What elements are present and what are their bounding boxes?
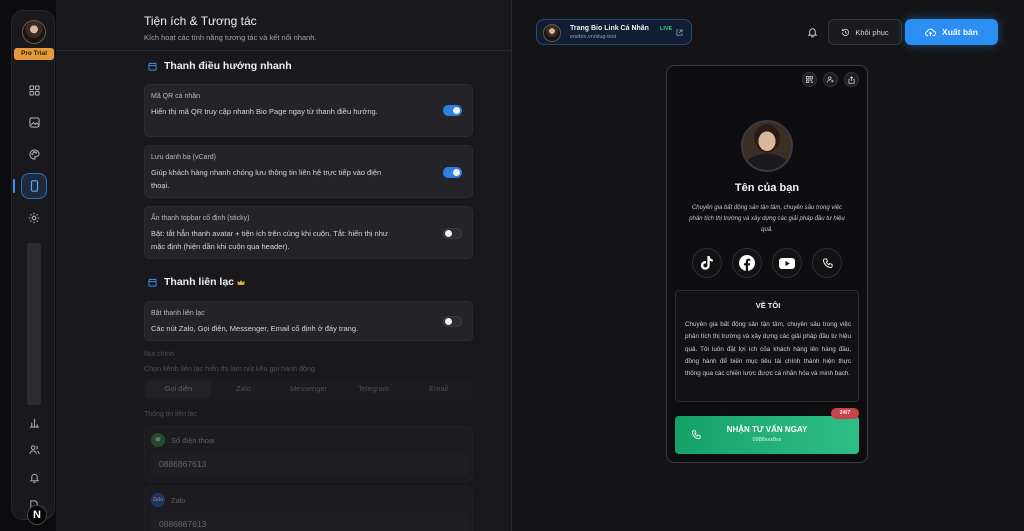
setting-label: Ẩn thanh topbar cố định (sticky) xyxy=(151,215,250,222)
contact-bar-toggle-card: Bật thanh liên lạc Các nút Zalo, Gọi điệ… xyxy=(144,301,473,341)
tiktok-icon[interactable] xyxy=(692,248,722,278)
active-indicator xyxy=(13,179,15,193)
setting-desc: Các nút Zalo, Gọi điện, Messenger, Email… xyxy=(151,324,359,333)
tab-messenger[interactable]: Messenger xyxy=(276,380,341,398)
site-url: enebio.vn/slug-test xyxy=(570,34,617,40)
contact-bar-toggle[interactable] xyxy=(443,316,462,327)
bell-icon[interactable] xyxy=(807,26,818,38)
phone-input[interactable]: 0886867613 xyxy=(151,453,468,475)
publish-button[interactable]: Xuất bản xyxy=(905,19,998,45)
user-avatar[interactable] xyxy=(22,20,46,44)
page-subtitle: Kích hoạt các tính năng tương tác và kết… xyxy=(144,33,317,42)
tab-telegram[interactable]: Telegram xyxy=(341,380,406,398)
live-badge: LIVE xyxy=(660,26,673,32)
section-title: Thanh liên lạc xyxy=(164,276,235,288)
phone-field-card: ☎ Số điện thoại 0886867613 xyxy=(144,426,473,482)
profile-name: Tên của bạn xyxy=(734,182,800,194)
zalo-input[interactable]: 0886867613 xyxy=(151,513,468,531)
section-quick-nav: Thanh điều hướng nhanh xyxy=(148,60,292,72)
section-title: Thanh điều hướng nhanh xyxy=(164,60,292,72)
gear-icon[interactable] xyxy=(21,205,47,231)
setting-label: Lưu danh bạ (vCard) xyxy=(151,154,216,161)
setting-desc: Bật: tắt hẳn thanh avatar + tiện ích trê… xyxy=(151,229,388,251)
bell-icon[interactable] xyxy=(21,464,47,490)
youtube-icon[interactable] xyxy=(772,248,802,278)
tab-zalo[interactable]: Zalo xyxy=(211,380,276,398)
palette-icon[interactable] xyxy=(21,141,47,167)
qr-toggle[interactable] xyxy=(443,105,462,116)
history-icon xyxy=(842,28,850,36)
users-icon[interactable] xyxy=(21,436,47,462)
availability-badge: 24/7 xyxy=(831,408,859,419)
about-title: VỀ TÔI xyxy=(755,301,781,310)
settings-panel: Tiện ích & Tương tác Kích hoạt các tính … xyxy=(56,0,512,531)
panel-header: Tiện ích & Tương tác Kích hoạt các tính … xyxy=(56,0,511,51)
site-avatar xyxy=(543,24,561,42)
setting-label: Mã QR cá nhân xyxy=(151,93,201,100)
tab-email[interactable]: Email xyxy=(406,380,471,398)
phone-preview: Tên của bạn Chuyên gia bất động sản tận … xyxy=(666,65,868,463)
phone-icon: ☎ xyxy=(151,433,165,447)
calendar-icon xyxy=(148,278,157,287)
field-label: Zalo xyxy=(171,495,186,505)
setting-desc: Hiển thị mã QR truy cập nhanh Bio Page n… xyxy=(151,107,378,116)
phone-icon[interactable] xyxy=(812,248,842,278)
profile-bio: Chuyên gia bất động sản tận tâm, chuyên … xyxy=(689,205,845,233)
sticky-toggle[interactable] xyxy=(443,228,462,239)
tab-call[interactable]: Gọi điện xyxy=(146,380,211,398)
section-contact-bar: Thanh liên lạc xyxy=(148,276,245,288)
channel-tabs: Gọi điện Zalo Messenger Telegram Email xyxy=(144,378,473,400)
about-text: Chuyên gia bất động sản tận tâm, chuyên … xyxy=(685,321,851,378)
field-label: Số điện thoại xyxy=(171,435,215,445)
plan-badge: Pro Trial xyxy=(14,48,54,60)
setting-sticky-card: Ẩn thanh topbar cố định (sticky) Bật: tắ… xyxy=(144,206,473,259)
main-button-label: Nút chính xyxy=(144,351,174,358)
calendar-icon xyxy=(148,62,157,71)
add-contact-icon[interactable] xyxy=(823,72,838,87)
site-chip[interactable]: Trang Bio Link Cá Nhân LIVE enebio.vn/sl… xyxy=(536,19,692,45)
cta-title: NHẬN TƯ VẤN NGAY xyxy=(726,425,808,434)
share-icon[interactable] xyxy=(844,72,859,87)
zalo-icon: Zalo xyxy=(151,493,165,507)
setting-qr-card: Mã QR cá nhân Hiển thị mã QR truy cập nh… xyxy=(144,84,473,137)
about-section: VỀ TÔI Chuyên gia bất động sản tận tâm, … xyxy=(675,290,859,402)
image-icon[interactable] xyxy=(21,109,47,135)
restore-label: Khôi phục xyxy=(855,27,889,37)
contact-info-label: Thông tin liên lạc xyxy=(144,411,197,418)
site-name: Trang Bio Link Cá Nhân xyxy=(570,25,649,32)
setting-label: Bật thanh liên lạc xyxy=(151,310,205,317)
app-logo[interactable]: N xyxy=(27,505,47,525)
zalo-field-card: Zalo Zalo 0886867613 xyxy=(144,486,473,531)
page-title: Tiện ích & Tương tác xyxy=(144,14,257,28)
bar-chart-icon[interactable] xyxy=(21,409,47,435)
publish-label: Xuất bản xyxy=(942,27,978,37)
sidebar: Pro Trial N xyxy=(11,10,55,525)
cta-button[interactable]: NHẬN TƯ VẤN NGAY 0988xxx8xx xyxy=(675,416,859,454)
grid-icon[interactable] xyxy=(21,77,47,103)
phone-icon[interactable] xyxy=(21,173,47,199)
restore-button[interactable]: Khôi phục xyxy=(828,19,902,45)
external-link-icon[interactable] xyxy=(676,29,683,36)
sidebar-scrollbar[interactable] xyxy=(27,243,41,405)
setting-vcard-card: Lưu danh bạ (vCard) Giúp khách hàng nhan… xyxy=(144,145,473,198)
facebook-icon[interactable] xyxy=(732,248,762,278)
profile-avatar xyxy=(741,120,793,172)
crown-icon xyxy=(237,279,245,285)
main-button-desc: Chọn kênh liên lạc hiển thị làm nút kêu … xyxy=(144,364,316,373)
vcard-toggle[interactable] xyxy=(443,167,462,178)
qr-icon[interactable] xyxy=(802,72,817,87)
cloud-upload-icon xyxy=(925,28,937,36)
setting-desc: Giúp khách hàng nhanh chóng lưu thông ti… xyxy=(151,168,382,190)
cta-subtitle: 0988xxx8xx xyxy=(752,437,782,443)
preview-panel: Trang Bio Link Cá Nhân LIVE enebio.vn/sl… xyxy=(512,0,1024,531)
